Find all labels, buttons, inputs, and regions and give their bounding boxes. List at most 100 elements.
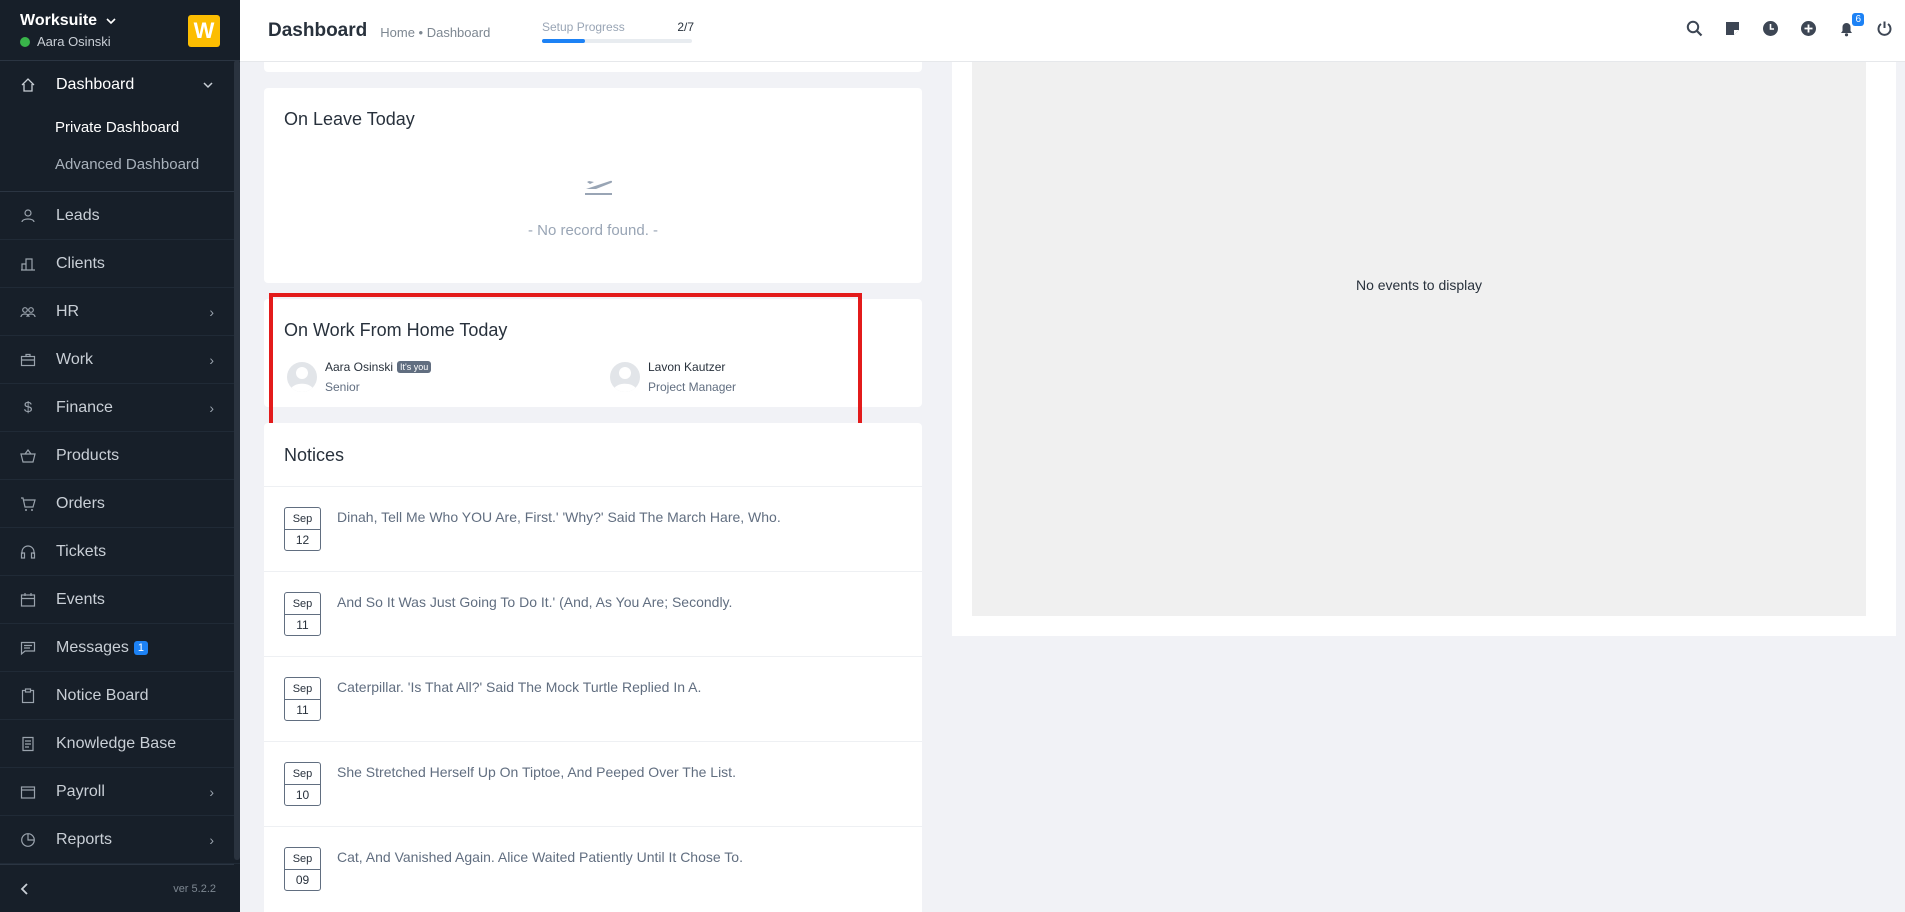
sidebar-item-label: Events: [56, 590, 105, 608]
people-icon: [20, 304, 36, 320]
sticky-note-icon[interactable]: [1724, 20, 1741, 37]
sidebar-item-messages[interactable]: Messages 1: [0, 624, 240, 672]
sidebar-item-finance[interactable]: $ Finance ›: [0, 384, 240, 432]
chevron-right-icon: ›: [209, 783, 214, 800]
headset-icon: [20, 544, 36, 560]
notice-item[interactable]: Sep 09 Cat, And Vanished Again. Alice Wai…: [264, 826, 922, 911]
breadcrumb[interactable]: Home • Dashboard: [380, 25, 490, 40]
dashboard-submenu: Private Dashboard Advanced Dashboard: [0, 109, 240, 192]
chevron-right-icon: ›: [209, 399, 214, 416]
sidebar-item-private-dashboard[interactable]: Private Dashboard: [0, 109, 240, 146]
sidebar-footer: ver 5.2.2: [0, 864, 234, 912]
company-label: Worksuite: [20, 12, 98, 29]
sidebar-item-events[interactable]: Events: [0, 576, 240, 624]
sidebar-item-knowledge-base[interactable]: Knowledge Base: [0, 720, 240, 768]
highlight-box: [269, 293, 862, 429]
sidebar-item-label: Work: [56, 350, 94, 368]
dollar-icon: $: [23, 399, 33, 416]
unread-messages-badge: 1: [133, 640, 149, 655]
sidebar-item-reports[interactable]: Reports ›: [0, 816, 240, 864]
sidebar-item-label: Messages: [56, 638, 129, 656]
notice-item[interactable]: Sep 11 And So It Was Just Going To Do It.…: [264, 571, 922, 656]
calendar-grid[interactable]: No events to display: [972, 62, 1866, 616]
sidebar-item-orders[interactable]: Orders: [0, 480, 240, 528]
notice-item[interactable]: Sep 11 Caterpillar. 'Is That All?' Said T…: [264, 656, 922, 741]
notice-item[interactable]: Sep 12 Dinah, Tell Me Who YOU Are, First.…: [264, 486, 922, 571]
sidebar-item-payroll[interactable]: Payroll ›: [0, 768, 240, 816]
notice-day: 09: [295, 873, 310, 887]
add-icon[interactable]: [1800, 20, 1817, 37]
bell-icon[interactable]: 6: [1838, 13, 1864, 37]
notice-text[interactable]: Caterpillar. 'Is That All?' Said The Moc…: [337, 679, 701, 695]
notice-date: Sep 12: [284, 507, 321, 551]
no-events-message: No events to display: [1355, 277, 1483, 293]
notice-text[interactable]: And So It Was Just Going To Do It.' (And…: [337, 594, 732, 610]
notice-day: 11: [296, 618, 309, 632]
chevron-right-icon: ›: [209, 303, 214, 320]
notices-card: Notices Sep 12 Dinah, Tell Me Who YOU Are…: [264, 423, 922, 912]
book-icon: [20, 736, 36, 752]
sidebar-item-dashboard[interactable]: Dashboard: [0, 61, 240, 109]
setup-progress[interactable]: Setup Progress 2/7: [542, 20, 694, 43]
sidebar-item-work[interactable]: Work ›: [0, 336, 240, 384]
notice-text[interactable]: She Stretched Herself Up On Tiptoe, And …: [337, 764, 736, 780]
notice-day: 12: [295, 533, 310, 547]
sidebar-scrollbar[interactable]: [234, 60, 240, 860]
sidebar-item-products[interactable]: Products: [0, 432, 240, 480]
sidebar-item-clients[interactable]: Clients: [0, 240, 240, 288]
pie-icon: [20, 832, 36, 848]
setup-progress-fill: [542, 39, 585, 43]
notice-month: Sep: [285, 593, 320, 615]
sidebar-item-label: HR: [56, 302, 80, 320]
sidebar-item-notice-board[interactable]: Notice Board: [0, 672, 240, 720]
on-leave-title: On Leave Today: [284, 109, 415, 129]
top-header: Dashboard Home • Dashboard Setup Progres…: [240, 0, 1905, 62]
basket-icon: [20, 448, 36, 464]
notice-date: Sep 09: [284, 847, 321, 891]
sidebar-item-advanced-dashboard[interactable]: Advanced Dashboard: [0, 146, 240, 183]
building-icon: [20, 256, 36, 272]
calendar-icon: [20, 592, 36, 608]
sidebar-item-label: Notice Board: [56, 686, 149, 704]
chevron-down-icon: [203, 82, 213, 89]
notice-month: Sep: [285, 848, 320, 870]
sidebar-item-label: Knowledge Base: [56, 734, 177, 752]
chevron-down-icon: [106, 18, 116, 25]
notice-month: Sep: [285, 763, 320, 785]
sidebar-item-label: Products: [56, 446, 120, 464]
notice-day: 11: [296, 703, 309, 717]
cart-icon: [20, 496, 36, 512]
online-status-icon: [20, 36, 30, 47]
sidebar-item-label: Clients: [56, 254, 105, 272]
sidebar-item-hr[interactable]: HR ›: [0, 288, 240, 336]
chevron-right-icon: ›: [209, 351, 214, 368]
on-leave-card: On Leave Today - No record found. -: [264, 88, 922, 283]
on-leave-empty-message: - No record found. -: [527, 222, 659, 239]
sidebar-item-label: Tickets: [56, 542, 107, 560]
home-icon: [20, 77, 36, 93]
sidebar-item-leads[interactable]: Leads: [0, 192, 240, 240]
company-logo[interactable]: W: [188, 15, 220, 47]
power-icon[interactable]: [1876, 20, 1893, 37]
notice-text[interactable]: Dinah, Tell Me Who YOU Are, First.' 'Why…: [337, 509, 781, 525]
chat-icon: [20, 640, 36, 656]
notice-text[interactable]: Cat, And Vanished Again. Alice Waited Pa…: [337, 849, 743, 865]
app-version: ver 5.2.2: [173, 882, 216, 895]
chevron-right-icon: ›: [209, 831, 214, 848]
notice-item[interactable]: Sep 10 She Stretched Herself Up On Tiptoe…: [264, 741, 922, 826]
briefcase-icon: [20, 352, 36, 368]
setup-progress-label: Setup Progress: [542, 20, 625, 34]
clipboard-icon: [20, 687, 36, 704]
clock-icon[interactable]: [1762, 20, 1779, 37]
search-icon[interactable]: [1686, 20, 1703, 37]
collapse-sidebar-icon[interactable]: [18, 882, 32, 896]
header-actions: 6: [1686, 13, 1893, 37]
notice-month: Sep: [285, 508, 320, 530]
sidebar-item-tickets[interactable]: Tickets: [0, 528, 240, 576]
notice-date: Sep 10: [284, 762, 321, 806]
previous-card-bottom: [264, 62, 922, 72]
sidebar: Worksuite Aara Osinski W Dashboard Priva…: [0, 0, 240, 912]
page-title: Dashboard: [268, 19, 368, 41]
brand-header[interactable]: Worksuite Aara Osinski W: [0, 0, 240, 60]
sidebar-nav: Dashboard Private Dashboard Advanced Das…: [0, 60, 240, 864]
